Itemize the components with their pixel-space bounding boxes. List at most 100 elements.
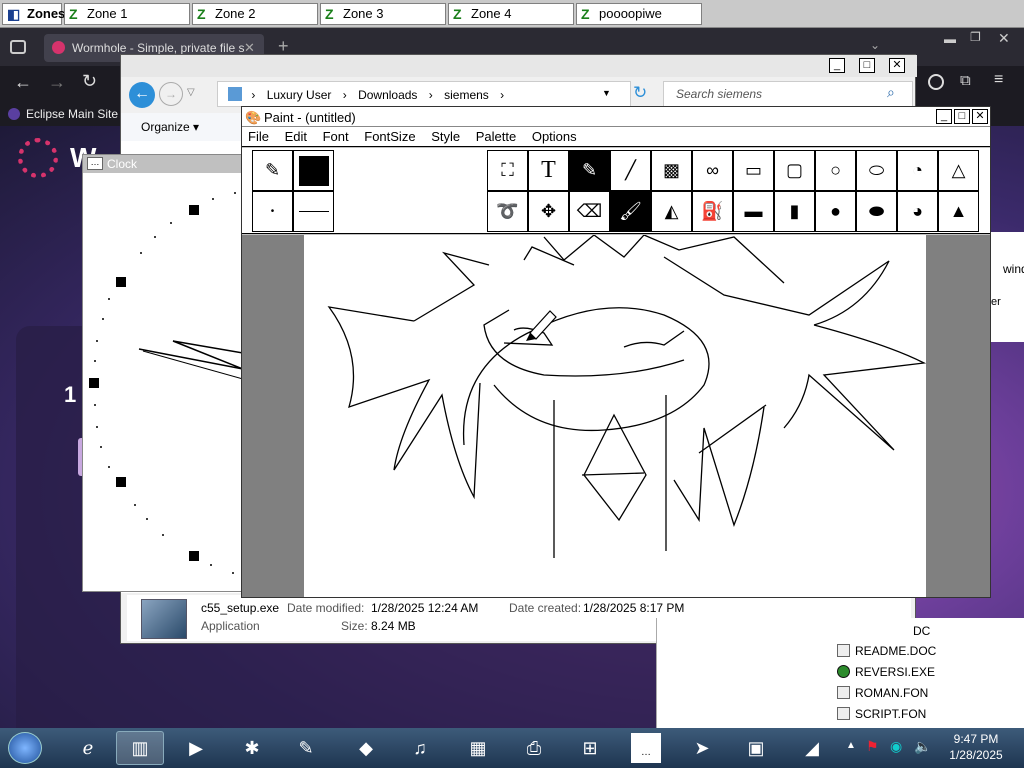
back-arrow-icon[interactable]: ←	[14, 72, 32, 93]
desktop: Wormhole - Simple, private file s ✕ + ⌄ …	[0, 0, 1024, 768]
filled-arc-tool-icon[interactable]: ◕	[897, 191, 938, 232]
pink-app-icon[interactable]: ◆	[342, 731, 390, 765]
window-app-icon[interactable]: ▣	[732, 731, 780, 765]
internet-explorer-icon[interactable]: ℯ	[64, 731, 112, 765]
address-dropdown-icon[interactable]: ▼	[602, 88, 611, 98]
extensions-icon[interactable]: ⧉	[960, 72, 971, 89]
eraser-tool-icon[interactable]: ⌫	[569, 191, 610, 232]
explorer-maximize-button[interactable]: □	[859, 58, 875, 73]
zones-menu-button[interactable]: ◧ Zones	[2, 3, 65, 25]
explorer-address-bar[interactable]: › Luxury User › Downloads › siemens › ▼	[217, 81, 631, 107]
menu-file[interactable]: File	[242, 127, 275, 144]
rounded-rect-tool-icon[interactable]: ▢	[774, 150, 815, 191]
current-color-swatch[interactable]	[293, 150, 334, 191]
curve-tool-icon[interactable]: ∞	[692, 150, 733, 191]
reversi-app-icon	[837, 665, 850, 678]
paint-maximize-button[interactable]: □	[954, 109, 970, 124]
menu-style[interactable]: Style	[425, 127, 466, 144]
arc-tool-icon[interactable]: ◔	[897, 150, 938, 191]
filled-circle-tool-icon[interactable]: ●	[815, 191, 856, 232]
search-icon[interactable]: ⌕	[887, 84, 895, 101]
setup-taskbar-icon[interactable]: ◢	[788, 731, 836, 765]
paint-tool-icon[interactable]: ✎	[282, 731, 330, 765]
paint-minimize-button[interactable]: _	[936, 109, 952, 124]
zone-tab-1[interactable]: Z Zone 1	[64, 3, 190, 25]
tab-overview-icon[interactable]	[10, 40, 26, 54]
network-tray-icon[interactable]: ◉	[890, 738, 902, 755]
paint-taskbar-button[interactable]: ➤	[678, 731, 726, 765]
filled-rectangle-tool-icon[interactable]: ▬	[733, 191, 774, 232]
breadcrumb-luxury-user[interactable]: Luxury User	[267, 88, 332, 102]
menu-palette[interactable]: Palette	[470, 127, 522, 144]
rectangle-tool-icon[interactable]: ▭	[733, 150, 774, 191]
breadcrumb-siemens[interactable]: siemens	[444, 88, 489, 102]
brush-tool-icon[interactable]: 🖌	[610, 191, 651, 232]
file-item-readme[interactable]: README.DOC	[837, 644, 936, 664]
file-item-script[interactable]: SCRIPT.FON	[837, 707, 926, 727]
line-tool-icon[interactable]: ╱	[610, 150, 651, 191]
pencil-tool-icon[interactable]: ✎	[569, 150, 610, 191]
clock-taskbar-button[interactable]: …	[622, 731, 670, 765]
account-icon[interactable]	[928, 74, 944, 90]
explorer-minimize-button[interactable]: _	[829, 58, 845, 73]
eclipse-favicon-icon	[8, 108, 20, 120]
minimize-icon[interactable]: ▬	[944, 32, 956, 46]
filled-triangle-tool-icon[interactable]: ▲	[938, 191, 979, 232]
lasso-tool-icon[interactable]: ➰	[487, 191, 528, 232]
fill-bucket-tool-icon[interactable]: ◭	[651, 191, 692, 232]
file-item-reversi[interactable]: REVERSI.EXE	[837, 665, 935, 685]
paint-app-icon[interactable]: 🎨	[245, 110, 261, 126]
forward-arrow-icon[interactable]: →	[48, 72, 66, 93]
organize-button[interactable]: Organize ▾	[141, 120, 199, 134]
selection-tool-icon[interactable]: ⛶	[487, 150, 528, 191]
filled-rounded-rect-tool-icon[interactable]: ▮	[774, 191, 815, 232]
reload-icon[interactable]: ↻	[82, 71, 97, 92]
explorer-close-button[interactable]: ✕	[889, 58, 905, 73]
menu-options[interactable]: Options	[526, 127, 583, 144]
network-app-icon[interactable]: ⊞	[566, 731, 614, 765]
menu-fontsize[interactable]: FontSize	[358, 127, 421, 144]
music-app-icon[interactable]: ♫	[396, 731, 444, 765]
restore-icon[interactable]: ❐	[970, 30, 981, 44]
menu-edit[interactable]: Edit	[279, 127, 313, 144]
recent-locations-icon[interactable]: ▽	[187, 87, 195, 98]
zone-tab-3[interactable]: Z Zone 3	[320, 3, 446, 25]
printer-app-icon[interactable]: ⎙	[510, 731, 558, 765]
explorer-search-input[interactable]: Search siemens	[663, 81, 913, 107]
filled-oval-tool-icon[interactable]: ⬬	[856, 191, 897, 232]
system-clock[interactable]: 9:47 PM 1/28/2025	[940, 732, 1012, 762]
clock-system-menu-icon[interactable]: …	[87, 157, 103, 170]
menu-icon[interactable]: ≡	[994, 71, 1003, 89]
paint-close-button[interactable]: ✕	[972, 109, 988, 124]
text-tool-icon[interactable]: T	[528, 150, 569, 191]
line-width-dot-icon[interactable]: •	[252, 191, 293, 232]
chevron-down-icon[interactable]: ⌄	[870, 38, 880, 52]
action-center-flag-icon[interactable]: ⚑	[866, 738, 879, 755]
triangle-tool-icon[interactable]: △	[938, 150, 979, 191]
circle-tool-icon[interactable]: ○	[815, 150, 856, 191]
oval-tool-icon[interactable]: ⬭	[856, 150, 897, 191]
spray-can-tool-icon[interactable]: ⛽	[692, 191, 733, 232]
line-width-thin-icon[interactable]	[293, 191, 334, 232]
zone-tab-4[interactable]: Z Zone 4	[448, 3, 574, 25]
media-player-icon[interactable]: ▶	[172, 731, 220, 765]
zone-tab-5[interactable]: Zpoooopiwe	[576, 3, 702, 25]
explorer-forward-button[interactable]: →	[159, 82, 183, 106]
3d-box-tool-icon[interactable]: ▩	[651, 150, 692, 191]
explorer-back-button[interactable]: ←	[129, 82, 155, 108]
volume-icon[interactable]: 🔈	[914, 738, 931, 755]
game-app-icon[interactable]: ✱	[228, 731, 276, 765]
spreadsheet-app-icon[interactable]: ▦	[454, 731, 502, 765]
file-explorer-icon[interactable]: ▥	[116, 731, 164, 765]
bookmark-eclipse[interactable]: Eclipse Main Site	[26, 107, 118, 121]
menu-font[interactable]: Font	[317, 127, 355, 144]
close-window-icon[interactable]: ✕	[998, 30, 1010, 47]
refresh-icon[interactable]: ↻	[633, 83, 647, 103]
paint-canvas[interactable]	[304, 234, 927, 597]
file-item-roman[interactable]: ROMAN.FON	[837, 686, 928, 706]
tray-expand-icon[interactable]: ▲	[846, 740, 856, 751]
move-tool-icon[interactable]: ✥	[528, 191, 569, 232]
breadcrumb-downloads[interactable]: Downloads	[358, 88, 417, 102]
zone-tab-2[interactable]: Z Zone 2	[192, 3, 318, 25]
start-button[interactable]	[8, 732, 42, 764]
